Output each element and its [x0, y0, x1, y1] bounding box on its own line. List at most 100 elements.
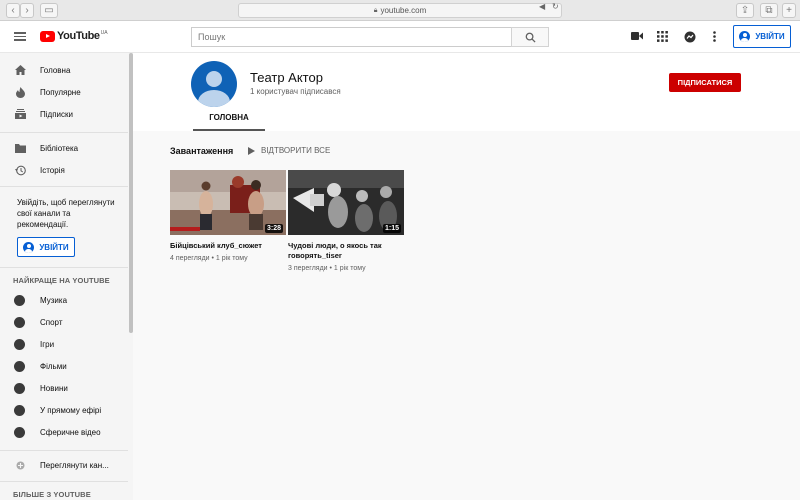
- sidebar-item-label: Ігри: [40, 339, 55, 349]
- reload-icon[interactable]: ↻: [552, 2, 559, 11]
- address-bar[interactable]: 🔒︎ youtube.com: [238, 3, 562, 18]
- video-duration: 1:15: [382, 224, 401, 233]
- sidebar-item-trending[interactable]: Популярне: [0, 82, 128, 102]
- new-tab-button[interactable]: +: [782, 3, 796, 18]
- sidebar-item-label: Головна: [40, 65, 71, 75]
- search-placeholder: Пошук: [198, 32, 226, 42]
- sidebar-item-live[interactable]: У прямому ефірі: [0, 400, 128, 420]
- video-card[interactable]: 3:28 Бійцівський клуб_сюжет 4 перегляди …: [170, 170, 286, 262]
- video-duration: 3:28: [264, 224, 283, 233]
- sidebar-item-music[interactable]: Музика: [0, 290, 128, 310]
- sidebar-divider: [0, 186, 128, 187]
- lock-icon: 🔒︎: [373, 6, 378, 14]
- browser-toolbar: ‹ › ▭ 🔒︎ youtube.com ◀︎ ↻ ⇪ ⧉ +: [0, 0, 800, 21]
- account-icon: [739, 31, 751, 42]
- music-icon: [14, 294, 25, 306]
- menu-icon[interactable]: [14, 30, 26, 44]
- create-video-icon[interactable]: [631, 31, 643, 44]
- messages-icon[interactable]: [684, 31, 696, 46]
- movies-icon: [14, 360, 25, 372]
- more-options-icon[interactable]: [713, 31, 716, 45]
- channel-title: Театр Актор: [250, 70, 323, 85]
- video-thumbnail[interactable]: 3:28: [170, 170, 286, 235]
- best-of-youtube-heading: НАЙКРАЩЕ НА YOUTUBE: [13, 276, 110, 285]
- play-all-button[interactable]: ВІДТВОРИТИ ВСЕ: [248, 146, 330, 155]
- video-title[interactable]: Бійцівський клуб_сюжет: [170, 241, 286, 251]
- video-title[interactable]: Чудові люди, о якось так говорять_tiser: [288, 241, 404, 261]
- flame-icon: [0, 86, 40, 98]
- sidebar-item-label: Популярне: [40, 87, 81, 97]
- sidebar-item-label: Підписки: [40, 109, 73, 119]
- back-button[interactable]: ‹: [6, 3, 20, 18]
- sidebar-signin-button[interactable]: УВІЙТИ: [17, 237, 75, 257]
- account-icon: [23, 241, 35, 253]
- sidebar-item-home[interactable]: Головна: [0, 60, 128, 80]
- sidebar-item-label: Історія: [40, 165, 65, 175]
- channel-content: Завантаження ВІДТВОРИТИ ВСЕ 3:28 Бійцівс…: [133, 131, 800, 500]
- sidebar-item-360-video[interactable]: Сферичне відео: [0, 422, 128, 442]
- sidebar-divider: [0, 481, 128, 482]
- video-meta: 4 перегляди • 1 рік тому: [170, 255, 248, 262]
- signin-button[interactable]: УВІЙТИ: [733, 25, 791, 48]
- sidebar-divider: [0, 450, 128, 451]
- channel-avatar[interactable]: [191, 61, 237, 107]
- home-icon: [0, 65, 40, 75]
- more-from-youtube-heading: БІЛЬШЕ З YOUTUBE: [13, 490, 91, 499]
- sidebar-item-label: Новини: [40, 383, 68, 393]
- channel-header: Театр Актор 1 користувач підписався ПІДП…: [133, 53, 800, 131]
- apps-grid-icon[interactable]: [657, 31, 668, 45]
- subscriber-count: 1 користувач підписався: [250, 87, 341, 96]
- sidebar-divider: [0, 267, 128, 268]
- sidebar-item-label: Бібліотека: [40, 143, 79, 153]
- sidebar-item-label: Переглянути кан...: [40, 460, 109, 470]
- games-icon: [14, 338, 25, 350]
- sidebar-item-label: Музика: [40, 295, 68, 305]
- sidebar-item-label: У прямому ефірі: [40, 405, 102, 415]
- share-button[interactable]: ⇪: [736, 3, 754, 18]
- play-icon: [248, 146, 255, 155]
- folder-icon: [0, 143, 40, 153]
- sidebar-divider: [0, 132, 128, 133]
- forward-button[interactable]: ›: [20, 3, 34, 18]
- sidebar-item-library[interactable]: Бібліотека: [0, 138, 128, 158]
- signin-prompt-text: Увійдіть, щоб переглянути свої канали та…: [17, 198, 115, 229]
- signin-label: УВІЙТИ: [39, 242, 69, 252]
- logo-text: YouTube: [57, 30, 100, 42]
- search-button[interactable]: [511, 27, 549, 47]
- sidebar-item-browse-channels[interactable]: Переглянути кан...: [0, 455, 128, 475]
- sidebar-item-games[interactable]: Ігри: [0, 334, 128, 354]
- sidebar-item-subscriptions[interactable]: Підписки: [0, 104, 128, 124]
- video-card[interactable]: 1:15 Чудові люди, о якось так говорять_t…: [288, 170, 404, 272]
- search-input[interactable]: Пошук: [191, 27, 511, 47]
- sidebar-item-label: Сферичне відео: [40, 427, 101, 437]
- sidebar-item-sport[interactable]: Спорт: [0, 312, 128, 332]
- yt-header: YouTube UA Пошук УВІЙТИ: [0, 21, 800, 53]
- signin-label: УВІЙТИ: [755, 32, 785, 41]
- live-icon: [14, 404, 25, 416]
- sidebar-item-label: Фільми: [40, 361, 67, 371]
- uploads-title[interactable]: Завантаження: [170, 146, 233, 156]
- url-text: youtube.com: [380, 6, 427, 15]
- search-icon: [525, 32, 536, 43]
- sidebar-item-movies[interactable]: Фільми: [0, 356, 128, 376]
- history-icon: [0, 165, 40, 176]
- subscriptions-icon: [0, 109, 40, 119]
- tab-home[interactable]: ГОЛОВНА: [193, 111, 265, 131]
- news-icon: [14, 382, 25, 394]
- video-thumbnail[interactable]: 1:15: [288, 170, 404, 235]
- play-all-label: ВІДТВОРИТИ ВСЕ: [261, 146, 331, 155]
- youtube-logo[interactable]: YouTube UA: [40, 30, 108, 42]
- sidebar-item-news[interactable]: Новини: [0, 378, 128, 398]
- region-label: UA: [100, 30, 108, 36]
- video-meta: 3 перегляди • 1 рік тому: [288, 265, 366, 272]
- subscribe-button[interactable]: ПІДПИСАТИСЯ: [669, 73, 741, 92]
- sidebar-toggle-button[interactable]: ▭: [40, 3, 58, 18]
- 360-video-icon: [14, 426, 25, 438]
- sidebar-item-label: Спорт: [40, 317, 63, 327]
- youtube-play-icon: [40, 31, 55, 42]
- add-circle-icon: [0, 461, 40, 470]
- tabs-button[interactable]: ⧉: [760, 3, 778, 18]
- audio-icon[interactable]: ◀︎: [539, 2, 545, 11]
- sport-icon: [14, 316, 25, 328]
- sidebar-item-history[interactable]: Історія: [0, 160, 128, 180]
